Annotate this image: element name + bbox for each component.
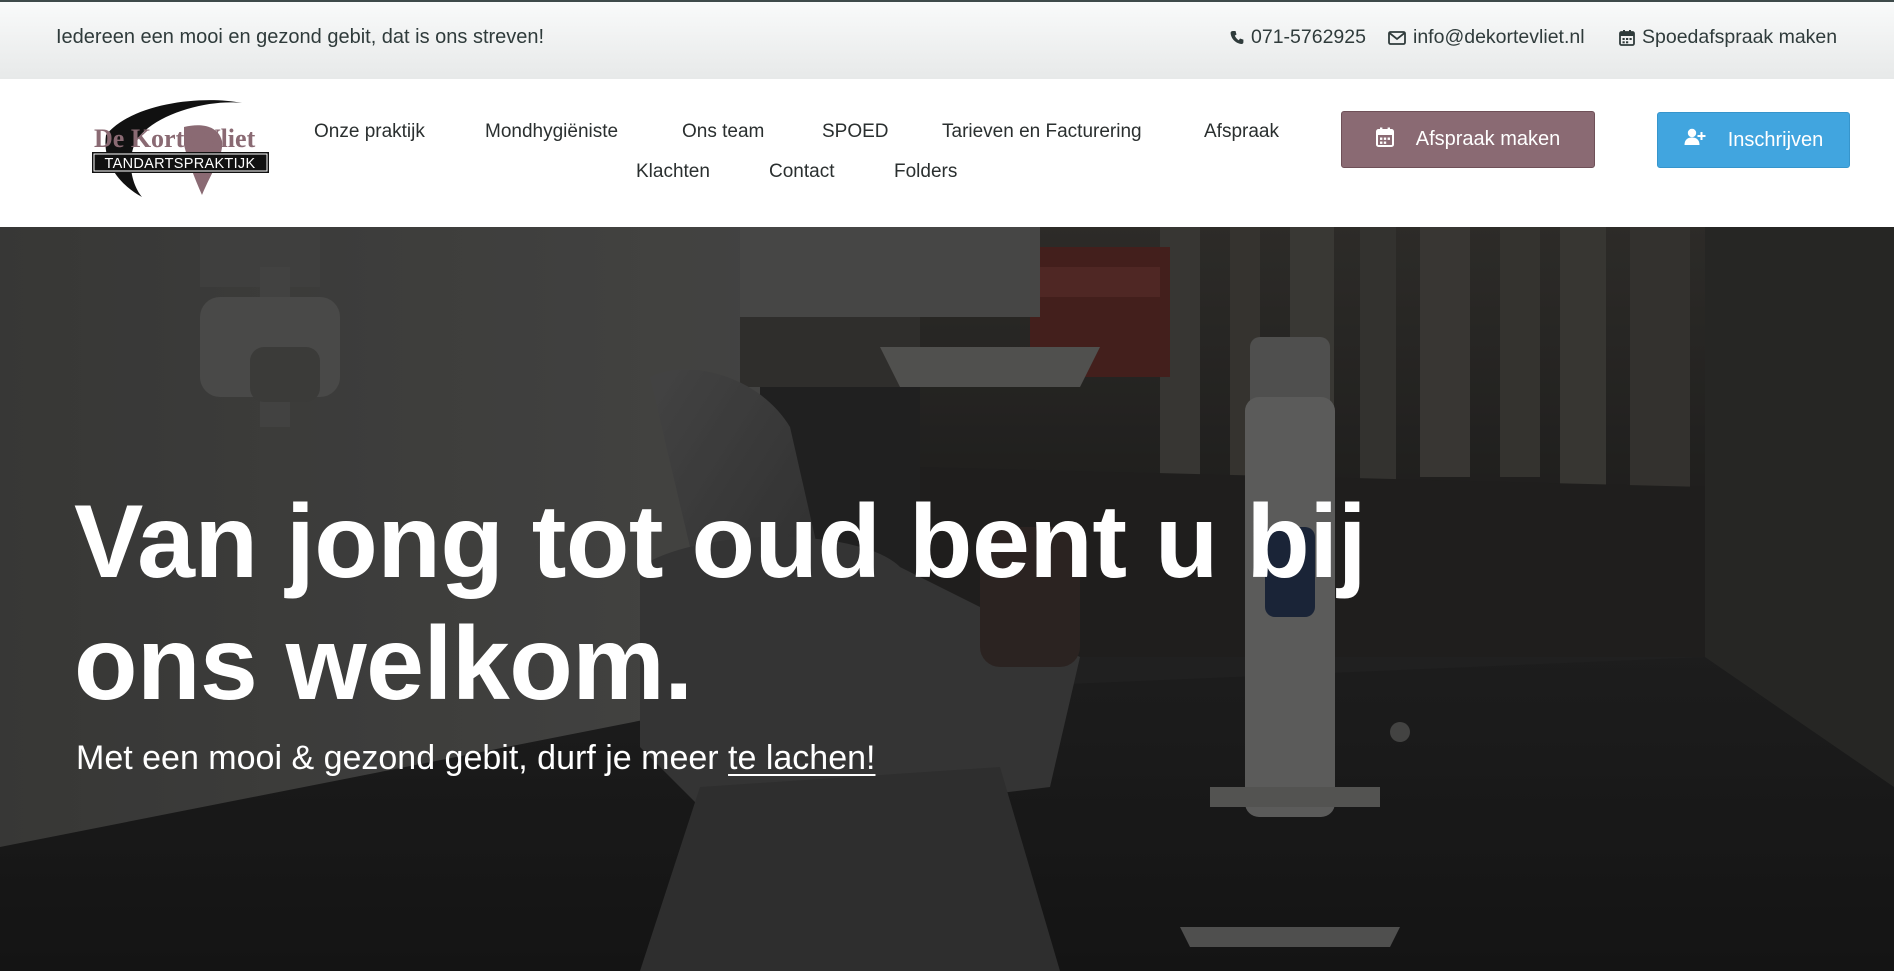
site-header: De Korte Vliet TANDARTSPRAKTIJK Onze pra… — [0, 79, 1894, 227]
hero-subtitle-text: Met een mooi & gezond gebit, durf je mee… — [76, 739, 729, 777]
spoedafspraak-link[interactable]: Spoedafspraak maken — [1619, 26, 1837, 49]
logo-name: De Korte Vliet — [94, 124, 256, 153]
user-plus-icon — [1684, 128, 1706, 152]
afspraak-maken-button[interactable]: Afspraak maken — [1341, 111, 1595, 168]
nav-klachten[interactable]: Klachten — [636, 161, 710, 183]
calendar-icon — [1619, 29, 1635, 46]
envelope-icon — [1388, 30, 1406, 45]
calendar-icon — [1375, 127, 1394, 153]
nav-spoed[interactable]: SPOED — [822, 121, 889, 143]
email-address: info@dekortevliet.nl — [1413, 26, 1585, 48]
top-bar: Iedereen een mooi en gezond gebit, dat i… — [0, 0, 1894, 79]
nav-afspraak[interactable]: Afspraak — [1204, 121, 1279, 143]
hero-section: Van jong tot oud bent u bij ons welkom. … — [0, 227, 1894, 971]
logo-subtitle: TANDARTSPRAKTIJK — [105, 156, 256, 172]
hero-subtitle-link[interactable]: te lachen! — [728, 739, 875, 777]
nav-contact[interactable]: Contact — [769, 161, 834, 183]
nav-mondhygieniste[interactable]: Mondhygiëniste — [485, 121, 618, 143]
nav-folders[interactable]: Folders — [894, 161, 957, 183]
phone-icon — [1230, 30, 1244, 45]
site-logo[interactable]: De Korte Vliet TANDARTSPRAKTIJK — [92, 97, 276, 199]
phone-number: 071-5762925 — [1251, 26, 1366, 48]
hero-subtitle: Met een mooi & gezond gebit, durf je mee… — [76, 739, 875, 778]
phone-link[interactable]: 071-5762925 — [1230, 26, 1366, 49]
hero-title: Van jong tot oud bent u bij ons welkom. — [74, 484, 1367, 722]
inschrijven-label: Inschrijven — [1727, 128, 1824, 151]
nav-tarieven[interactable]: Tarieven en Facturering — [942, 121, 1142, 143]
inschrijven-button[interactable]: Inschrijven — [1657, 112, 1850, 168]
email-link[interactable]: info@dekortevliet.nl — [1388, 26, 1585, 49]
tagline: Iedereen een mooi en gezond gebit, dat i… — [56, 26, 545, 48]
spoedafspraak-label: Spoedafspraak maken — [1642, 26, 1838, 48]
afspraak-maken-label: Afspraak maken — [1415, 128, 1561, 150]
nav-ons-team[interactable]: Ons team — [682, 121, 764, 143]
nav-onze-praktijk[interactable]: Onze praktijk — [314, 121, 425, 143]
